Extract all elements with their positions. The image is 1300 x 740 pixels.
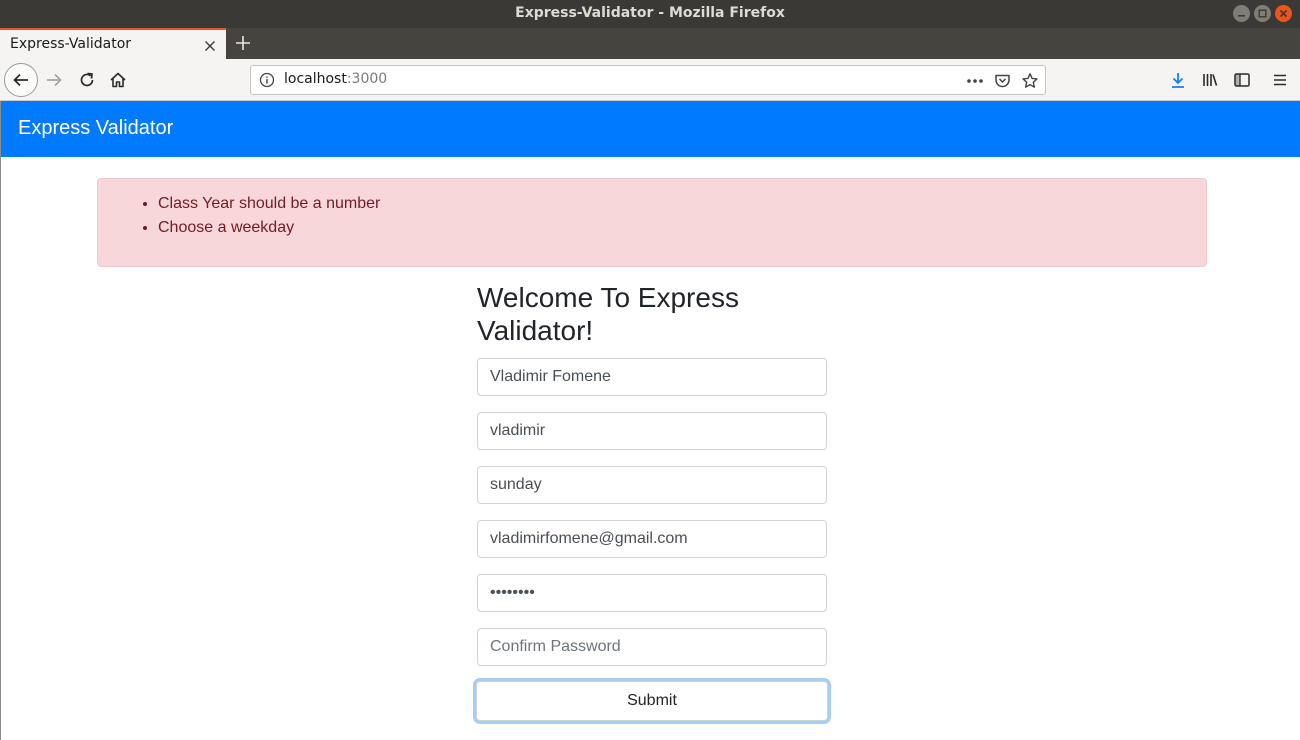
submit-button[interactable]: Submit — [476, 681, 828, 721]
reload-icon — [80, 72, 94, 87]
arrow-right-icon — [47, 73, 62, 87]
error-list: Class Year should be a number Choose a w… — [158, 192, 380, 240]
url-bar[interactable]: localhost:3000 — [250, 65, 1046, 95]
tab-close-button[interactable] — [204, 34, 216, 57]
bookmark-star-button[interactable] — [1020, 71, 1040, 91]
plus-icon — [236, 36, 250, 50]
info-icon[interactable] — [259, 72, 275, 92]
maximize-window-button[interactable] — [1254, 5, 1271, 22]
fullname-input[interactable] — [477, 358, 827, 396]
tab-express-validator[interactable]: Express-Validator — [0, 28, 226, 59]
arrow-left-icon — [13, 73, 28, 87]
app-navbar: Express Validator — [1, 101, 1300, 157]
tab-title: Express-Validator — [10, 36, 132, 52]
download-icon — [1172, 73, 1184, 88]
home-icon — [110, 72, 126, 88]
more-horizontal-icon — [967, 79, 983, 83]
close-icon — [205, 41, 215, 51]
minimize-window-button[interactable] — [1233, 5, 1250, 22]
window-controls — [1233, 5, 1292, 22]
url-port: :3000 — [346, 71, 388, 87]
weekday-input[interactable] — [477, 466, 827, 504]
error-item: Class Year should be a number — [158, 192, 380, 216]
close-window-button[interactable] — [1275, 5, 1292, 22]
star-icon — [1022, 73, 1038, 88]
info-circle-icon — [259, 72, 275, 88]
page-content: Express Validator Class Year should be a… — [0, 101, 1300, 740]
signup-form: Welcome To Express Validator! Submit — [476, 281, 828, 721]
form-heading: Welcome To Express Validator! — [477, 282, 739, 346]
maximize-icon — [1258, 9, 1267, 18]
pocket-icon — [994, 74, 1010, 88]
url-text: localhost:3000 — [284, 71, 387, 87]
menu-button[interactable] — [1268, 68, 1292, 92]
home-button[interactable] — [106, 68, 130, 92]
password-input[interactable] — [477, 574, 827, 612]
minimize-icon — [1238, 15, 1245, 17]
tab-strip: Express-Validator — [0, 28, 1300, 59]
confirm-password-input[interactable] — [477, 628, 827, 666]
sidebar-button[interactable] — [1230, 68, 1254, 92]
url-host: localhost — [284, 71, 347, 87]
pocket-button[interactable] — [992, 71, 1012, 91]
error-item: Choose a weekday — [158, 216, 380, 240]
hamburger-menu-icon — [1274, 74, 1286, 86]
forward-button[interactable] — [42, 68, 66, 92]
page-actions-button[interactable] — [965, 71, 985, 91]
close-icon — [1279, 9, 1288, 18]
navbar-brand[interactable]: Express Validator — [18, 117, 173, 140]
downloads-button[interactable] — [1166, 68, 1190, 92]
nav-toolbar: localhost:3000 — [0, 59, 1300, 101]
library-button[interactable] — [1198, 68, 1222, 92]
library-icon — [1203, 74, 1218, 86]
reload-button[interactable] — [75, 68, 99, 92]
username-input[interactable] — [477, 412, 827, 450]
email-input[interactable] — [477, 520, 827, 558]
back-button[interactable] — [4, 63, 38, 97]
window-title: Express-Validator - Mozilla Firefox — [515, 5, 785, 21]
new-tab-button[interactable] — [232, 30, 254, 56]
sidebar-icon — [1234, 73, 1250, 87]
error-alert: Class Year should be a number Choose a w… — [97, 178, 1207, 267]
window-titlebar: Express-Validator - Mozilla Firefox — [0, 0, 1300, 28]
